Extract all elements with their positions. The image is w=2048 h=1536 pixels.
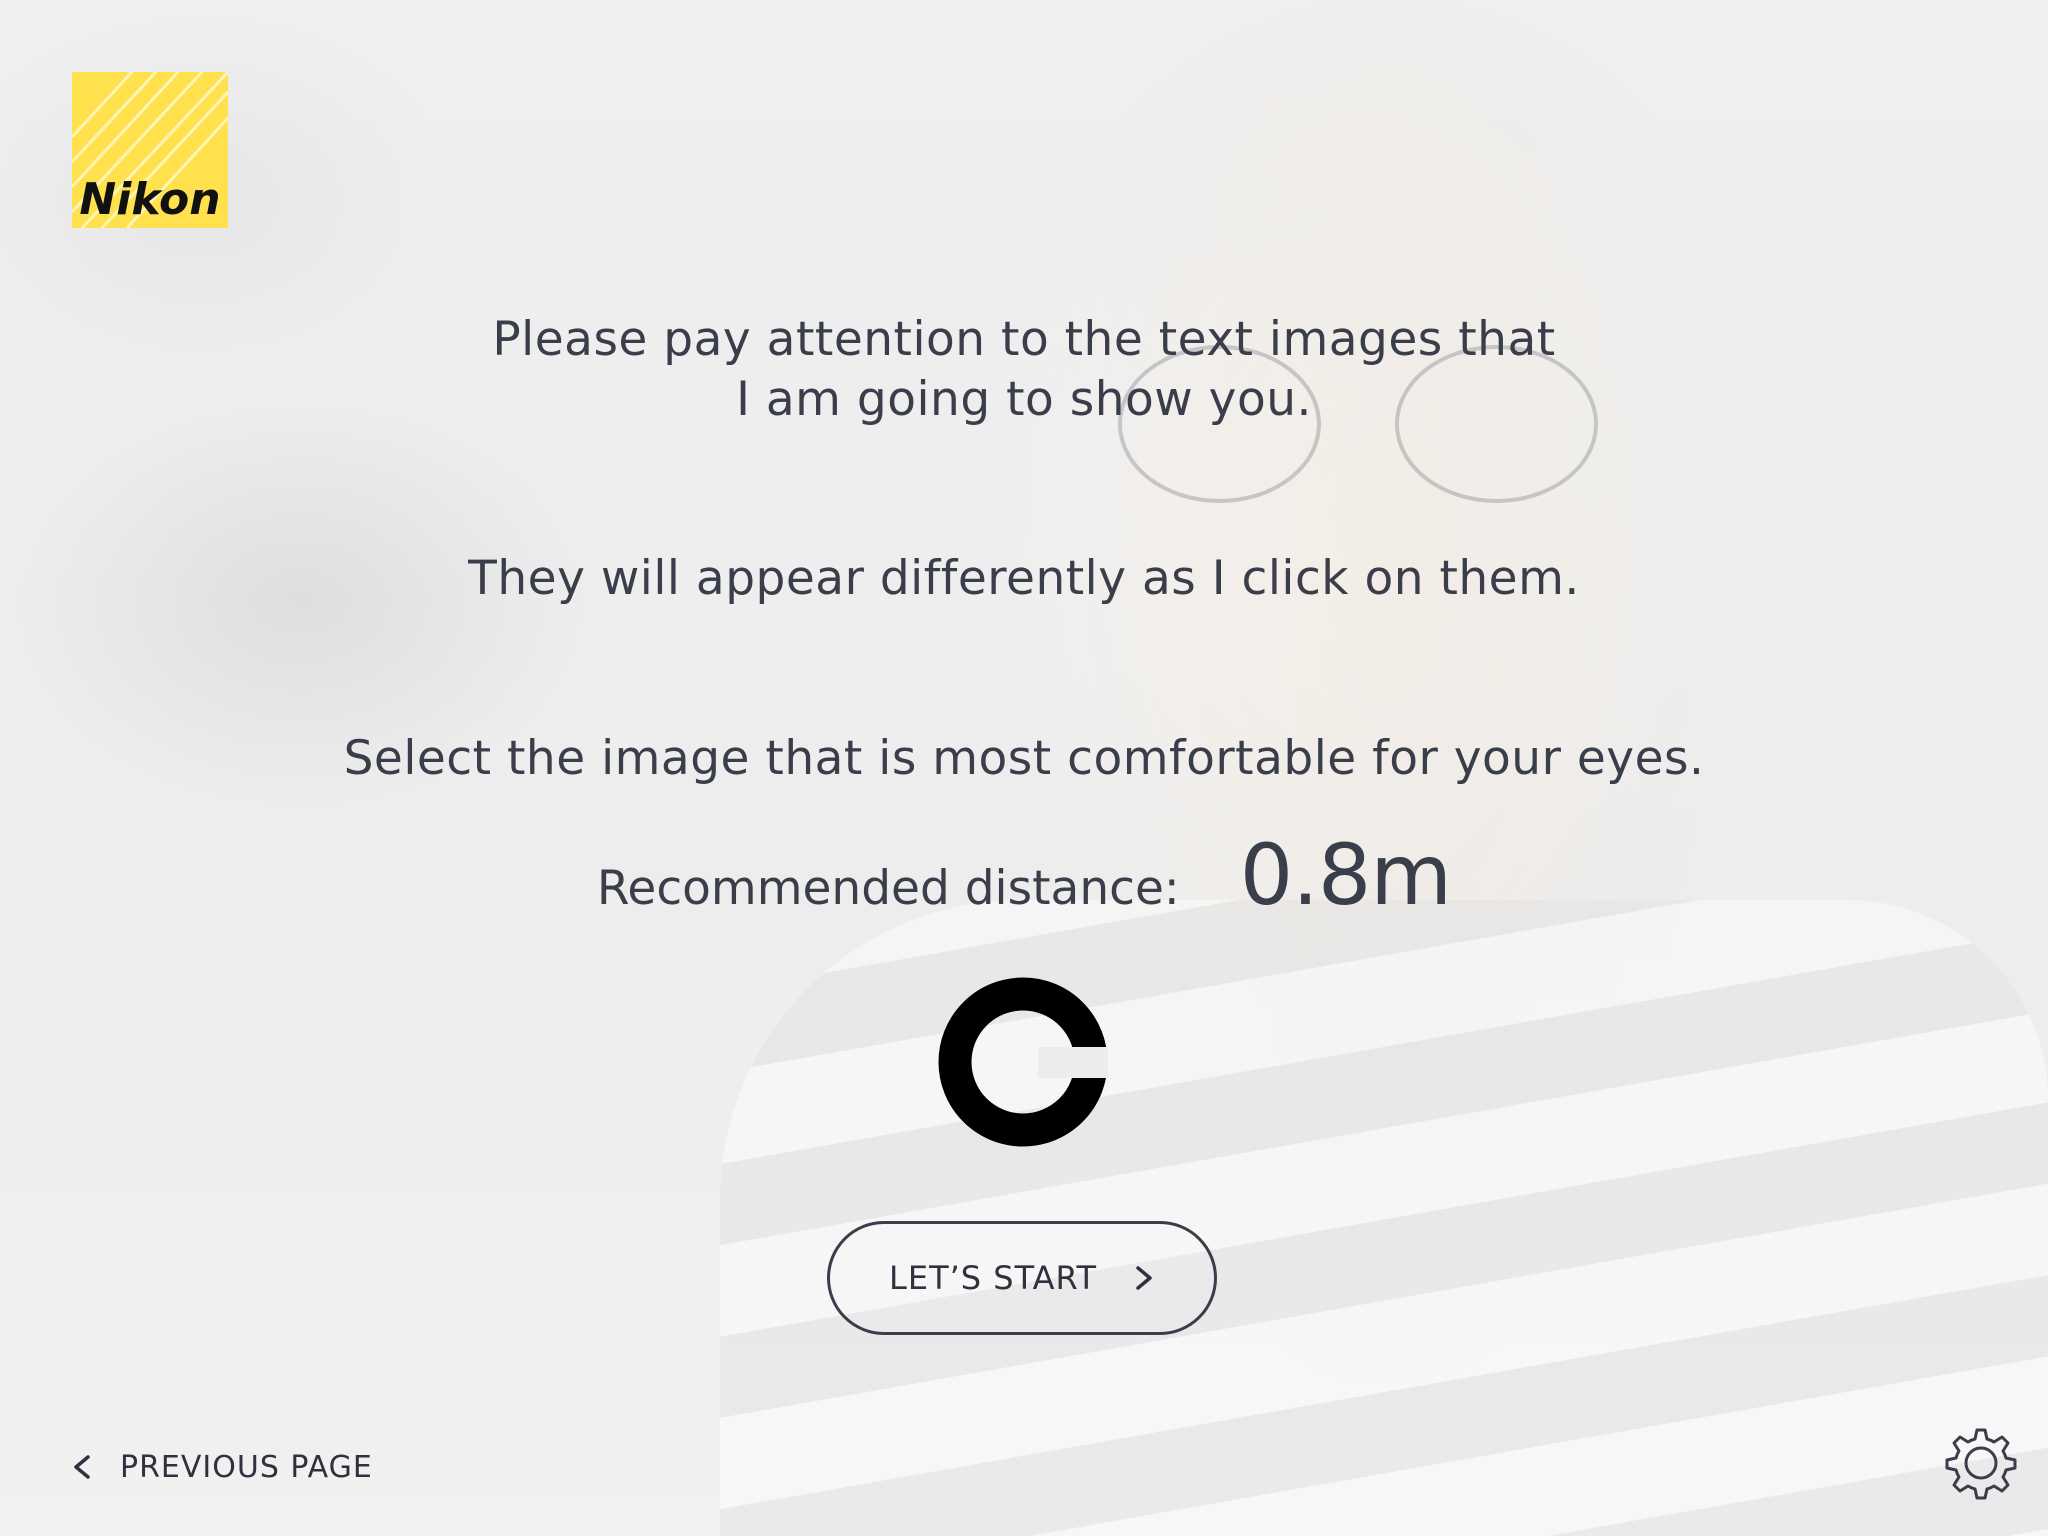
recommended-distance: Recommended distance: 0.8m — [0, 826, 2048, 926]
lets-start-label: LET’S START — [889, 1259, 1097, 1297]
previous-page-button[interactable]: PREVIOUS PAGE — [72, 1446, 373, 1488]
instruction-paragraph-3: Select the image that is most comfortabl… — [0, 729, 2048, 789]
gear-icon — [1945, 1428, 2017, 1500]
background-shirt — [720, 900, 2048, 1536]
landolt-c-icon — [938, 977, 1110, 1147]
instruction-paragraph-1: Please pay attention to the text images … — [0, 310, 2048, 430]
instruction-line-3: Select the image that is most comfortabl… — [343, 731, 1705, 786]
chevron-left-icon — [74, 1455, 90, 1479]
settings-button[interactable] — [1944, 1426, 2018, 1500]
instruction-line-1a: Please pay attention to the text images … — [492, 312, 1556, 367]
chevron-right-icon — [1136, 1266, 1152, 1290]
lets-start-button[interactable]: LET’S START — [827, 1221, 1217, 1335]
instruction-paragraph-2: They will appear differently as I click … — [0, 549, 2048, 609]
previous-page-label: PREVIOUS PAGE — [120, 1449, 373, 1485]
distance-label: Recommended distance: — [596, 861, 1180, 916]
instruction-line-2: They will appear differently as I click … — [468, 551, 1580, 606]
logo-text: Nikon — [79, 174, 220, 225]
distance-value: 0.8m — [1239, 826, 1452, 924]
instruction-line-1b: I am going to show you. — [736, 372, 1312, 427]
nikon-logo: Nikon — [72, 72, 228, 228]
